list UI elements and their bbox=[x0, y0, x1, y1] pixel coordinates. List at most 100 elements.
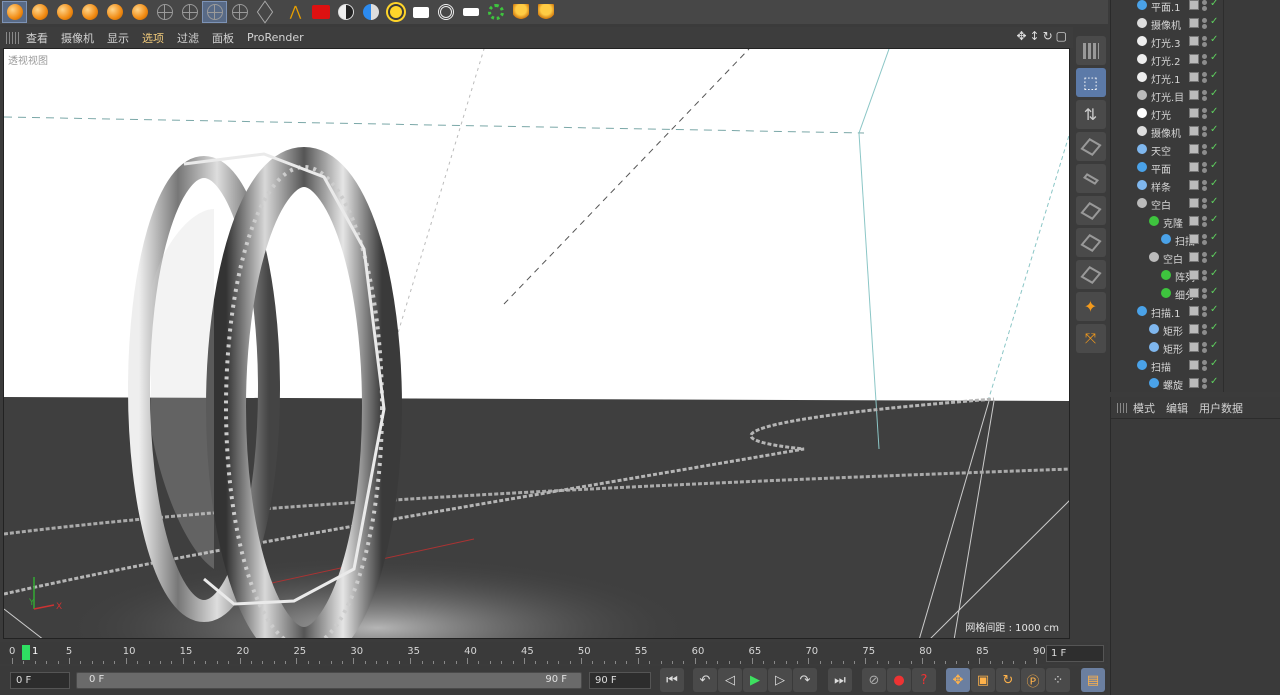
editor-visibility-icon[interactable] bbox=[1202, 90, 1207, 95]
key-rotate-icon[interactable]: ↻ bbox=[996, 668, 1020, 692]
object-row[interactable]: 空白 ✓ bbox=[1111, 194, 1280, 212]
layer-swatch-icon[interactable] bbox=[1189, 234, 1199, 244]
object-row[interactable]: 样条 ✓ bbox=[1111, 176, 1280, 194]
cube-view-2-icon[interactable] bbox=[1075, 196, 1106, 225]
polygon-mode-icon[interactable] bbox=[127, 1, 152, 23]
editor-visibility-icon[interactable] bbox=[1202, 18, 1207, 23]
editor-visibility-icon[interactable] bbox=[1202, 324, 1207, 329]
play-button[interactable]: ▶ bbox=[743, 668, 767, 692]
grid-layout-icon[interactable] bbox=[1075, 36, 1106, 65]
object-row[interactable]: 扫描 ✓ bbox=[1111, 230, 1280, 248]
layer-swatch-icon[interactable] bbox=[1189, 288, 1199, 298]
key-move-icon[interactable]: ✥ bbox=[946, 668, 970, 692]
enabled-check-icon[interactable]: ✓ bbox=[1210, 286, 1218, 297]
tab-user-data[interactable]: 用户数据 bbox=[1199, 400, 1243, 416]
object-row[interactable]: 扫描.1 ✓ bbox=[1111, 302, 1280, 320]
go-to-end-button[interactable]: ⏭ bbox=[828, 668, 852, 692]
render-visibility-icon[interactable] bbox=[1202, 330, 1207, 335]
render-visibility-icon[interactable] bbox=[1202, 366, 1207, 371]
enabled-check-icon[interactable]: ✓ bbox=[1210, 196, 1218, 207]
select-icon[interactable]: ⬚ bbox=[1075, 68, 1106, 97]
enabled-check-icon[interactable]: ✓ bbox=[1210, 142, 1218, 153]
editor-visibility-icon[interactable] bbox=[1202, 180, 1207, 185]
texture-mode-icon[interactable] bbox=[27, 1, 52, 23]
autokey-button[interactable]: ? bbox=[912, 668, 936, 692]
prev-key-button[interactable]: ↶ bbox=[693, 668, 717, 692]
render-visibility-icon[interactable] bbox=[1202, 312, 1207, 317]
maximize-view-icon[interactable]: ▢ bbox=[1056, 29, 1067, 43]
move-view-icon[interactable]: ✥ bbox=[1016, 29, 1026, 43]
object-row[interactable]: 克隆 ✓ bbox=[1111, 212, 1280, 230]
menu-camera[interactable]: 摄像机 bbox=[61, 30, 94, 46]
model-mode-icon[interactable] bbox=[2, 1, 27, 23]
editor-visibility-icon[interactable] bbox=[1202, 36, 1207, 41]
key-point-icon[interactable]: ⁘ bbox=[1046, 668, 1070, 692]
tab-edit[interactable]: 编辑 bbox=[1166, 400, 1188, 416]
zoom-view-icon[interactable]: ↕ bbox=[1030, 29, 1040, 43]
object-mode-icon[interactable] bbox=[52, 1, 77, 23]
object-row[interactable]: 平面.1 ✓ bbox=[1111, 0, 1280, 14]
go-to-start-button[interactable]: ⏮ bbox=[660, 668, 684, 692]
editor-visibility-icon[interactable] bbox=[1202, 234, 1207, 239]
editor-visibility-icon[interactable] bbox=[1202, 270, 1207, 275]
render-visibility-icon[interactable] bbox=[1202, 204, 1207, 209]
render-visibility-icon[interactable] bbox=[1202, 240, 1207, 245]
camera-icon[interactable] bbox=[458, 1, 483, 23]
key-scale-icon[interactable]: ▣ bbox=[971, 668, 995, 692]
layer-swatch-icon[interactable] bbox=[1189, 198, 1199, 208]
enabled-check-icon[interactable]: ✓ bbox=[1210, 70, 1218, 81]
render-view-icon[interactable] bbox=[308, 1, 333, 23]
rotate-view-icon[interactable]: ↻ bbox=[1043, 29, 1053, 43]
point-mode-icon[interactable] bbox=[77, 1, 102, 23]
film-strip-icon[interactable]: ▤ bbox=[1081, 668, 1105, 692]
object-row[interactable]: 摄像机 ✓ bbox=[1111, 122, 1280, 140]
editor-visibility-icon[interactable] bbox=[1202, 108, 1207, 113]
editor-visibility-icon[interactable] bbox=[1202, 342, 1207, 347]
mograph-icon[interactable] bbox=[483, 1, 508, 23]
render-visibility-icon[interactable] bbox=[1202, 60, 1207, 65]
target-icon[interactable] bbox=[433, 1, 458, 23]
enabled-check-icon[interactable]: ✓ bbox=[1210, 376, 1218, 387]
editor-visibility-icon[interactable] bbox=[1202, 216, 1207, 221]
editor-visibility-icon[interactable] bbox=[1202, 126, 1207, 131]
editor-visibility-icon[interactable] bbox=[1202, 360, 1207, 365]
object-row[interactable]: 平面 ✓ bbox=[1111, 158, 1280, 176]
cube-view-4-icon[interactable] bbox=[1075, 260, 1106, 289]
editor-visibility-icon[interactable] bbox=[1202, 72, 1207, 77]
move-icon[interactable]: ⇅ bbox=[1075, 100, 1106, 129]
next-frame-button[interactable]: ▷ bbox=[768, 668, 792, 692]
object-row[interactable]: 阵列 ✓ bbox=[1111, 266, 1280, 284]
object-row[interactable]: 天空 ✓ bbox=[1111, 140, 1280, 158]
grid-icon[interactable] bbox=[227, 1, 252, 23]
light-icon[interactable] bbox=[383, 1, 408, 23]
render-settings-icon[interactable] bbox=[358, 1, 383, 23]
object-row[interactable]: 空白 ✓ bbox=[1111, 248, 1280, 266]
enabled-check-icon[interactable]: ✓ bbox=[1210, 322, 1218, 333]
layer-swatch-icon[interactable] bbox=[1189, 306, 1199, 316]
object-row[interactable]: 灯光.目 ✓ bbox=[1111, 86, 1280, 104]
record-button[interactable]: ● bbox=[887, 668, 911, 692]
editor-visibility-icon[interactable] bbox=[1202, 306, 1207, 311]
render-visibility-icon[interactable] bbox=[1202, 294, 1207, 299]
start-frame-field[interactable]: 0 F bbox=[10, 672, 70, 689]
record-disabled-icon[interactable]: ⊘ bbox=[862, 668, 886, 692]
prev-frame-button[interactable]: ◁ bbox=[718, 668, 742, 692]
editor-visibility-icon[interactable] bbox=[1202, 252, 1207, 257]
render-visibility-icon[interactable] bbox=[1202, 258, 1207, 263]
render-visibility-icon[interactable] bbox=[1202, 78, 1207, 83]
layer-swatch-icon[interactable] bbox=[1189, 54, 1199, 64]
editor-visibility-icon[interactable] bbox=[1202, 198, 1207, 203]
layer-swatch-icon[interactable] bbox=[1189, 126, 1199, 136]
object-row[interactable]: 灯光.2 ✓ bbox=[1111, 50, 1280, 68]
key-param-icon[interactable]: Ⓟ bbox=[1021, 668, 1045, 692]
object-row[interactable]: 灯光.3 ✓ bbox=[1111, 32, 1280, 50]
object-row[interactable]: 灯光.1 ✓ bbox=[1111, 68, 1280, 86]
enabled-check-icon[interactable]: ✓ bbox=[1210, 358, 1218, 369]
perspective-viewport[interactable]: Y X 透视视图 网格间距 : 1000 cm bbox=[3, 48, 1070, 639]
render-region-icon[interactable] bbox=[333, 1, 358, 23]
menu-panel[interactable]: 面板 bbox=[212, 30, 234, 46]
enabled-check-icon[interactable]: ✓ bbox=[1210, 268, 1218, 279]
render-visibility-icon[interactable] bbox=[1202, 276, 1207, 281]
deformer-icon[interactable] bbox=[508, 1, 533, 23]
enabled-check-icon[interactable]: ✓ bbox=[1210, 34, 1218, 45]
